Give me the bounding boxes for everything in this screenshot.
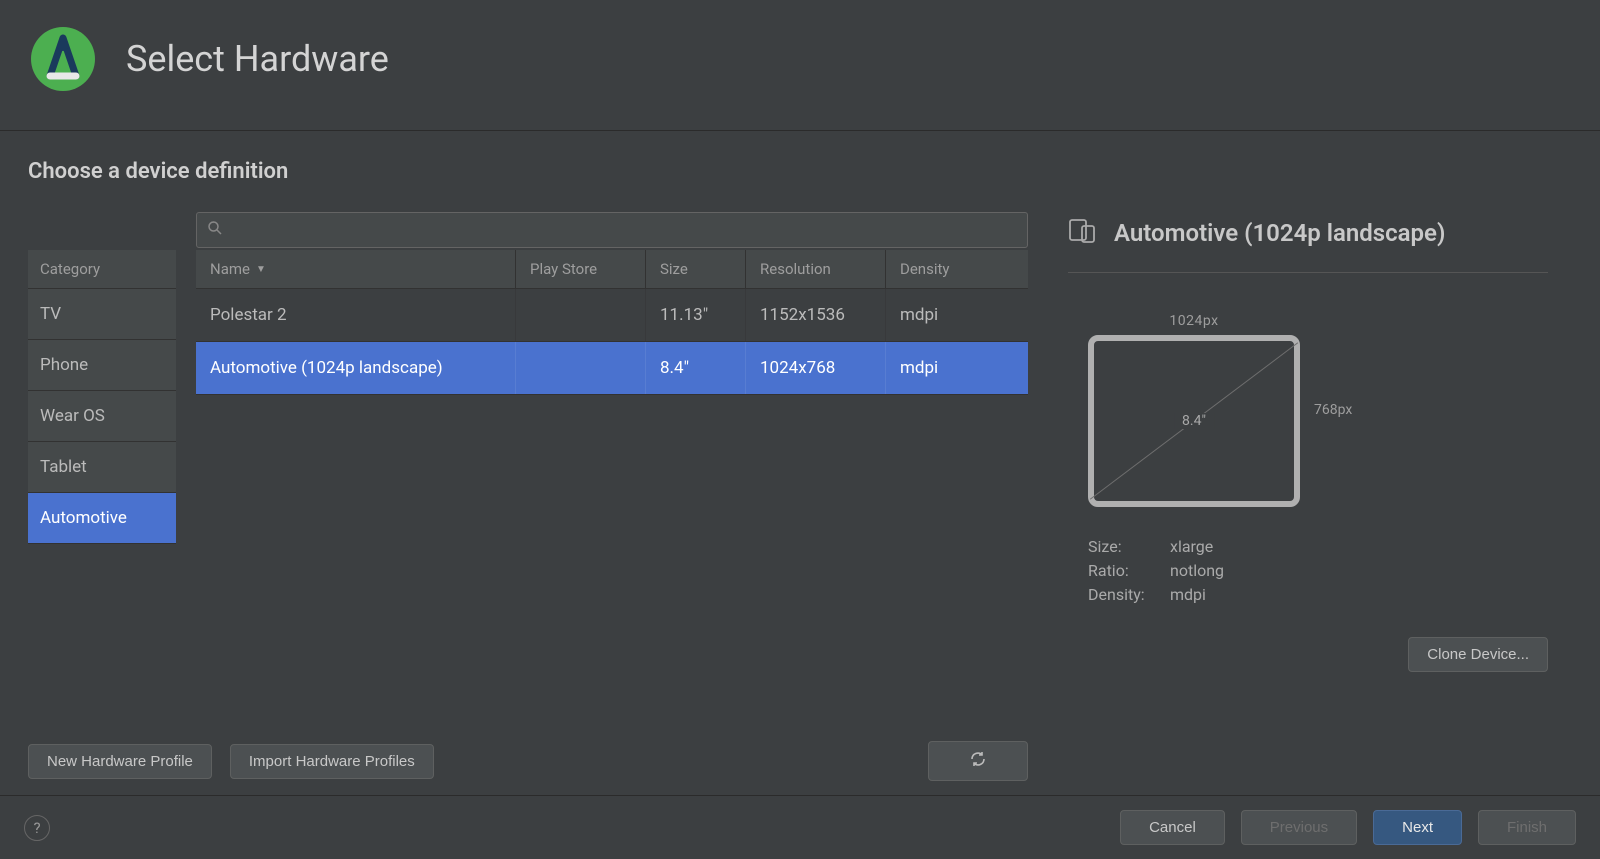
device-resolution: 1152x1536 — [746, 289, 886, 341]
spec-ratio-value: notlong — [1170, 559, 1224, 583]
device-diagram: 1024px 8.4" 768px — [1088, 313, 1548, 507]
finish-button[interactable]: Finish — [1478, 810, 1576, 845]
spec-size-value: xlarge — [1170, 535, 1213, 559]
column-play-store[interactable]: Play Store — [516, 250, 646, 288]
devices-icon — [1068, 216, 1098, 250]
wizard-header: Select Hardware — [0, 0, 1600, 131]
diagram-height-label: 768px — [1314, 402, 1352, 418]
device-name: Automotive (1024p landscape) — [196, 342, 516, 394]
category-automotive[interactable]: Automotive — [28, 493, 176, 544]
table-row[interactable]: Polestar 2 11.13" 1152x1536 mdpi — [196, 289, 1028, 342]
column-name[interactable]: Name ▼ — [196, 250, 516, 288]
device-resolution: 1024x768 — [746, 342, 886, 394]
device-size: 8.4" — [646, 342, 746, 394]
column-resolution[interactable]: Resolution — [746, 250, 886, 288]
question-icon: ? — [33, 819, 40, 837]
spec-list: Size: xlarge Ratio: notlong Density: mdp… — [1088, 535, 1548, 607]
category-phone[interactable]: Phone — [28, 340, 176, 391]
device-play-store — [516, 289, 646, 341]
content-area: Choose a device definition Category TV P… — [0, 131, 1600, 795]
column-density[interactable]: Density — [886, 250, 988, 288]
clone-device-button[interactable]: Clone Device... — [1408, 637, 1548, 672]
android-studio-logo — [30, 26, 96, 92]
device-size: 11.13" — [646, 289, 746, 341]
previous-button[interactable]: Previous — [1241, 810, 1357, 845]
import-hardware-profiles-button[interactable]: Import Hardware Profiles — [230, 744, 434, 779]
search-box[interactable] — [196, 212, 1028, 248]
help-button[interactable]: ? — [24, 815, 50, 841]
refresh-icon — [969, 755, 987, 772]
search-input[interactable] — [229, 222, 1017, 238]
device-play-store — [516, 342, 646, 394]
spec-density-label: Density: — [1088, 583, 1170, 607]
category-header: Category — [28, 250, 176, 289]
category-list: Category TV Phone Wear OS Tablet Automot… — [28, 250, 176, 729]
table-header: Name ▼ Play Store Size Resolution Densit… — [196, 250, 1028, 289]
preview-title: Automotive (1024p landscape) — [1114, 219, 1445, 247]
category-wear-os[interactable]: Wear OS — [28, 391, 176, 442]
search-icon — [207, 220, 223, 240]
spec-size-label: Size: — [1088, 535, 1170, 559]
column-name-label: Name — [210, 260, 250, 278]
spec-density-value: mdpi — [1170, 583, 1206, 607]
wizard-footer: ? Cancel Previous Next Finish — [0, 795, 1600, 859]
category-tv[interactable]: TV — [28, 289, 176, 340]
diagram-width-label: 1024px — [1169, 313, 1218, 329]
diagram-screen: 8.4" — [1088, 335, 1300, 507]
device-density: mdpi — [886, 289, 988, 341]
device-table: Name ▼ Play Store Size Resolution Densit… — [196, 250, 1028, 729]
device-name: Polestar 2 — [196, 289, 516, 341]
column-size[interactable]: Size — [646, 250, 746, 288]
new-hardware-profile-button[interactable]: New Hardware Profile — [28, 744, 212, 779]
table-row[interactable]: Automotive (1024p landscape) 8.4" 1024x7… — [196, 342, 1028, 395]
next-button[interactable]: Next — [1373, 810, 1462, 845]
sort-desc-icon: ▼ — [256, 264, 266, 275]
refresh-button[interactable] — [928, 741, 1028, 781]
cancel-button[interactable]: Cancel — [1120, 810, 1225, 845]
preview-panel: Automotive (1024p landscape) 1024px 8.4"… — [1048, 212, 1572, 785]
category-tablet[interactable]: Tablet — [28, 442, 176, 493]
spec-ratio-label: Ratio: — [1088, 559, 1170, 583]
device-density: mdpi — [886, 342, 988, 394]
diagram-diagonal-label: 8.4" — [1174, 413, 1214, 429]
content-subtitle: Choose a device definition — [28, 159, 1572, 184]
page-title: Select Hardware — [126, 38, 389, 80]
